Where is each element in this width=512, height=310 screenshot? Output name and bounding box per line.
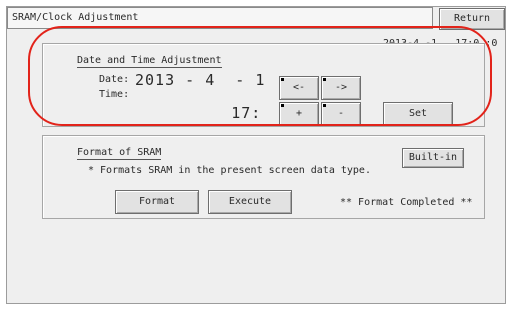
- time-label: Time:: [99, 89, 130, 100]
- date-time-panel: Date and Time Adjustment Date: 2013 - 4 …: [42, 43, 485, 127]
- increment-button[interactable]: +: [279, 102, 319, 126]
- window-title: SRAM/Clock Adjustment: [7, 7, 433, 29]
- format-button[interactable]: Format: [115, 190, 199, 214]
- sram-section-title: Format of SRAM: [77, 147, 162, 160]
- sram-format-description: * Formats SRAM in the present screen dat…: [88, 165, 371, 176]
- window-title-text: SRAM/Clock Adjustment: [12, 12, 139, 23]
- date-time-section-title: Date and Time Adjustment: [77, 55, 222, 68]
- date-label: Date:: [99, 74, 130, 85]
- builtin-memory-button[interactable]: Built-in: [402, 148, 464, 168]
- execute-button[interactable]: Execute: [208, 190, 292, 214]
- decrement-button[interactable]: -: [321, 102, 361, 126]
- return-button[interactable]: Return: [439, 8, 505, 30]
- set-button[interactable]: Set: [383, 102, 453, 126]
- sram-format-panel: Format of SRAM Built-in * Formats SRAM i…: [42, 135, 485, 219]
- format-status: ** Format Completed **: [340, 197, 473, 208]
- cursor-right-button[interactable]: ->: [321, 76, 361, 100]
- cursor-left-button[interactable]: <-: [279, 76, 319, 100]
- sram-clock-screen: SRAM/Clock Adjustment Return 2013-4 -1 1…: [6, 6, 506, 304]
